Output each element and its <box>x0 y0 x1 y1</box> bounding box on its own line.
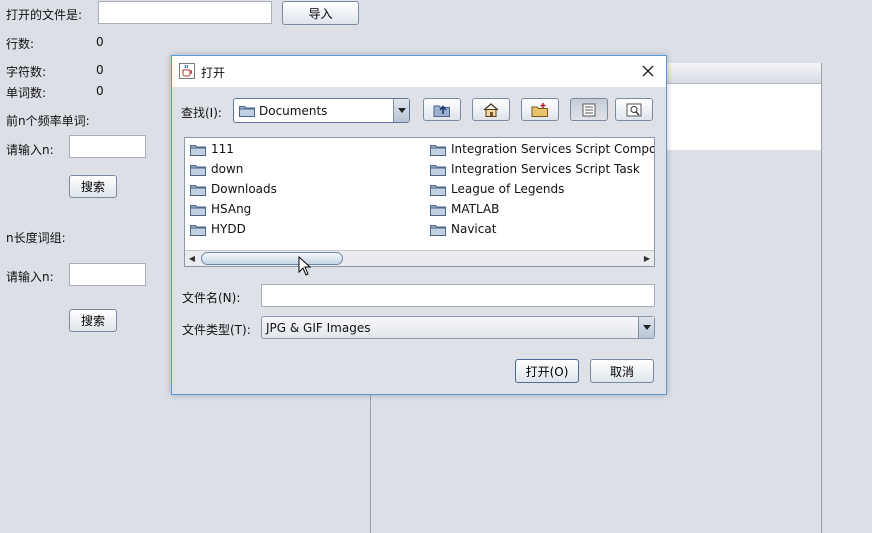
file-list-item[interactable]: Navicat <box>430 220 496 238</box>
file-name: down <box>211 162 244 176</box>
details-view-icon <box>626 103 642 116</box>
file-list-item[interactable]: Integration Services Script Task <box>430 160 640 178</box>
dialog-title: 打开 <box>201 66 226 80</box>
file-name: Downloads <box>211 182 277 196</box>
cancel-button[interactable]: 取消 <box>590 359 654 383</box>
lines-label: 行数: <box>6 37 35 51</box>
folder-icon <box>430 183 446 196</box>
file-name: League of Legends <box>451 182 565 196</box>
lookin-label: 查找(I): <box>181 106 222 120</box>
horizontal-scrollbar[interactable]: ◀ ▶ <box>185 250 654 266</box>
import-button[interactable]: 导入 <box>282 1 359 25</box>
phrase-label: n长度词组: <box>6 231 66 245</box>
folder-icon <box>190 223 206 236</box>
up-folder-button[interactable] <box>423 98 461 121</box>
home-icon <box>483 102 499 117</box>
file-list-item[interactable]: Downloads <box>190 180 277 198</box>
file-name: HYDD <box>211 222 246 236</box>
folder-icon <box>430 223 446 236</box>
new-folder-icon <box>531 102 548 117</box>
filetype-value: JPG & GIF Images <box>266 321 371 335</box>
file-name: HSAng <box>211 202 252 216</box>
close-icon <box>642 65 654 77</box>
chars-label: 字符数: <box>6 65 47 79</box>
file-list-item[interactable]: down <box>190 160 243 178</box>
home-button[interactable] <box>472 98 510 121</box>
chars-value: 0 <box>96 63 104 77</box>
open-button[interactable]: 打开(O) <box>515 359 579 383</box>
chevron-down-icon <box>397 107 406 113</box>
list-view-button[interactable] <box>570 98 608 121</box>
phrase-n-input[interactable] <box>69 263 146 286</box>
folder-icon <box>430 143 446 156</box>
topn-input[interactable] <box>69 135 146 158</box>
file-label: 打开的文件是: <box>6 8 83 22</box>
folder-icon <box>190 183 206 196</box>
folder-icon <box>239 104 255 117</box>
lookin-combo[interactable]: Documents <box>233 98 410 123</box>
scroll-left-arrow[interactable]: ◀ <box>185 251 199 265</box>
filetype-dropdown-arrow[interactable] <box>638 317 654 338</box>
mouse-cursor-icon <box>298 256 312 276</box>
search-button-1[interactable]: 搜索 <box>69 175 117 198</box>
filetype-combo[interactable]: JPG & GIF Images <box>261 316 655 339</box>
filename-label: 文件名(N): <box>182 291 241 305</box>
folder-icon <box>190 203 206 216</box>
file-list-item[interactable]: League of Legends <box>430 180 564 198</box>
java-cup-icon <box>179 63 195 79</box>
input-n-label-2: 请输入n: <box>6 270 54 284</box>
open-file-dialog: 打开 查找(I): Documents 111 down Downloads H… <box>171 55 667 395</box>
file-list-item[interactable]: HSAng <box>190 200 251 218</box>
file-path-input[interactable] <box>98 1 272 24</box>
filetype-label: 文件类型(T): <box>182 323 251 337</box>
file-name: Navicat <box>451 222 497 236</box>
file-list[interactable]: 111 down Downloads HSAng HYDD Integration Se… <box>184 137 655 267</box>
file-name: MATLAB <box>451 202 500 216</box>
file-name: Integration Services Script Task <box>451 162 640 176</box>
up-folder-icon <box>433 104 450 117</box>
file-name: 111 <box>211 142 234 156</box>
scroll-thumb[interactable] <box>201 252 343 265</box>
new-folder-button[interactable] <box>521 98 559 121</box>
lookin-value: Documents <box>259 104 328 118</box>
lines-value: 0 <box>96 35 104 49</box>
words-value: 0 <box>96 84 104 98</box>
file-list-item[interactable]: Integration Services Script Componer <box>430 140 655 158</box>
folder-icon <box>430 203 446 216</box>
file-list-item[interactable]: HYDD <box>190 220 246 238</box>
folder-icon <box>430 163 446 176</box>
chevron-down-icon <box>642 324 651 330</box>
folder-icon <box>190 143 206 156</box>
folder-icon <box>190 163 206 176</box>
filename-input[interactable] <box>261 284 655 307</box>
close-button[interactable] <box>636 60 660 82</box>
dialog-titlebar[interactable]: 打开 <box>172 56 666 87</box>
file-list-item[interactable]: 111 <box>190 140 234 158</box>
file-list-item[interactable]: MATLAB <box>430 200 499 218</box>
details-view-button[interactable] <box>615 98 653 121</box>
scroll-right-arrow[interactable]: ▶ <box>640 251 654 265</box>
search-button-2[interactable]: 搜索 <box>69 309 117 332</box>
input-n-label-1: 请输入n: <box>6 143 54 157</box>
lookin-dropdown-arrow[interactable] <box>393 99 409 122</box>
list-view-icon <box>582 103 596 116</box>
file-name: Integration Services Script Componer <box>451 142 655 156</box>
topn-label: 前n个频率单词: <box>6 114 90 128</box>
words-label: 单词数: <box>6 86 47 100</box>
